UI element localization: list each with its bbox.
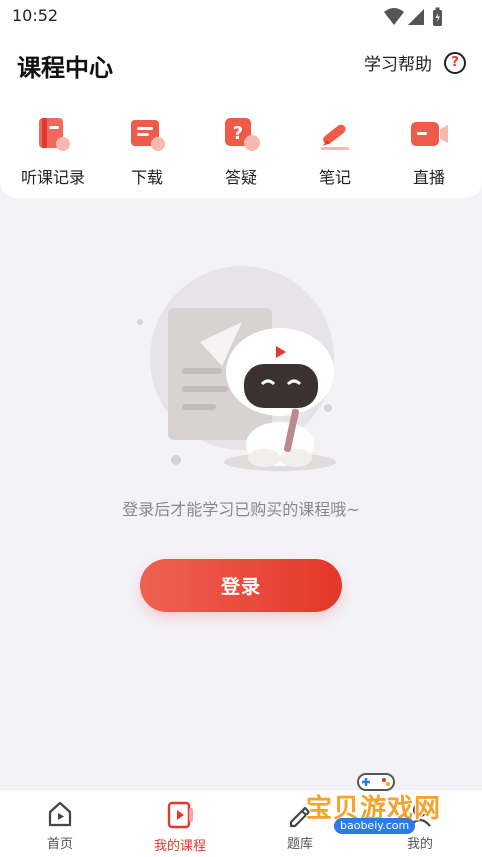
page-title: 课程中心 (17, 54, 113, 82)
shortcut-live[interactable]: 直播 (382, 114, 476, 187)
course-play-icon (167, 801, 193, 829)
shortcut-download[interactable]: 下载 (100, 114, 194, 187)
book-icon (39, 118, 70, 151)
tab-home[interactable]: 首页 (0, 800, 120, 852)
header-card: 课程中心 学习帮助 ? 听课记录 下载 ? 答疑 笔记 直播 (0, 34, 482, 198)
shortcut-history[interactable]: 听课记录 (6, 114, 100, 187)
signal-icon (408, 9, 424, 25)
shortcut-label: 下载 (130, 168, 163, 187)
question-chat-icon: ? (225, 118, 260, 151)
study-help-label: 学习帮助 (364, 55, 432, 75)
download-icon (131, 120, 165, 151)
tab-my-courses[interactable]: 我的课程 (120, 800, 240, 854)
status-time: 10:52 (12, 6, 59, 25)
tab-label: 我的课程 (153, 839, 206, 854)
wifi-icon (384, 8, 404, 25)
robot-illustration (137, 266, 336, 471)
svg-text:?: ? (233, 123, 243, 144)
shortcut-row: 听课记录 下载 ? 答疑 笔记 直播 (0, 114, 482, 187)
battery-icon (433, 7, 442, 26)
shortcut-label: 答疑 (224, 168, 257, 187)
watermark-url: baobeiy.com (334, 818, 416, 834)
pen-icon (321, 124, 349, 150)
watermark: 宝贝游戏网 baobeiy.com (300, 768, 460, 840)
empty-state-message: 登录后才能学习已购买的课程哦~ (122, 500, 360, 519)
shortcut-qa[interactable]: ? 答疑 (194, 114, 288, 187)
shortcut-label: 直播 (412, 168, 445, 187)
status-bar: 10:52 (0, 0, 482, 34)
question-icon: ? (444, 51, 466, 74)
login-button[interactable]: 登录 (140, 559, 342, 612)
home-play-icon (48, 801, 72, 827)
status-icons (384, 7, 442, 26)
live-camera-icon (411, 122, 448, 146)
shortcut-notes[interactable]: 笔记 (288, 114, 382, 187)
tab-label: 首页 (46, 837, 73, 852)
shortcut-label: 笔记 (318, 168, 351, 187)
study-help-link[interactable]: 学习帮助 ? (364, 50, 466, 75)
shortcut-label: 听课记录 (20, 168, 85, 187)
